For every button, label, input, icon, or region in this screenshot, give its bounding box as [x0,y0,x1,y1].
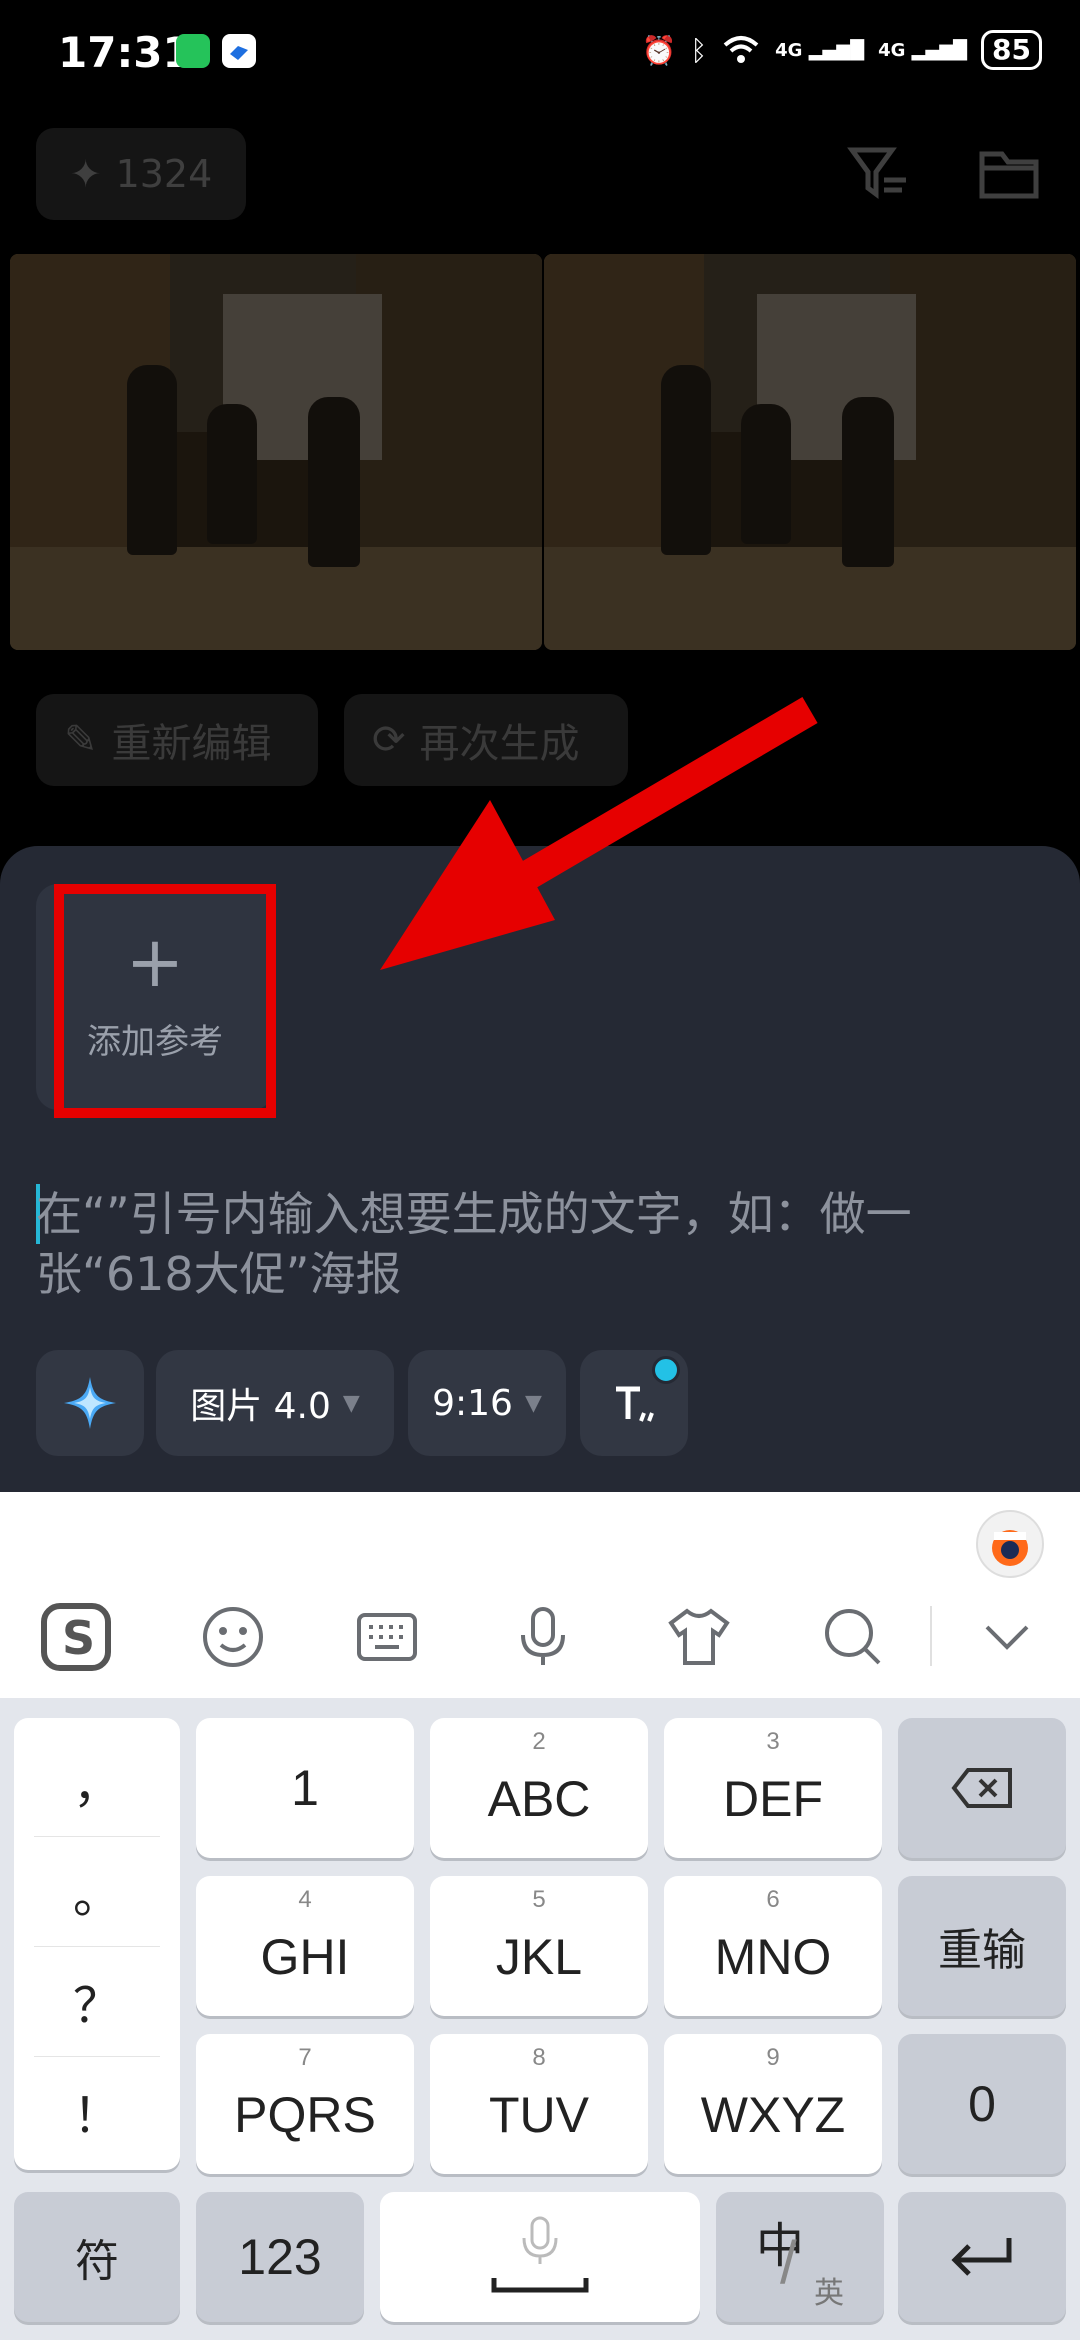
key-mno[interactable]: 6 MNO [664,1876,882,2016]
key-1[interactable]: 1 [196,1718,414,1858]
backspace-icon [951,1768,1012,1808]
app-notification-icon [222,34,256,68]
key-def[interactable]: 3 DEF [664,1718,882,1858]
wechat-icon [176,34,210,68]
language-switch-key[interactable]: 中 / 英 [716,2192,884,2322]
search-icon[interactable] [816,1600,890,1674]
status-bar: 17:31 ⏰ ᛒ 4G ▂▄▆█ 4G ▂▄▆█ 85 [0,0,1080,110]
signal-1-icon: 4G ▂▄▆█ [775,39,865,61]
sparkle-star-icon [64,1377,116,1429]
status-time: 17:31 [58,28,192,77]
key-ghi[interactable]: 4 GHI [196,1876,414,2016]
chevron-down-icon: ▼ [342,1390,360,1416]
re-edit-button[interactable]: ✎ 重新编辑 [36,694,318,786]
punct-question-key[interactable]: ？ [34,1946,160,2057]
svg-text:S: S [62,1611,95,1665]
text-format-icon [616,1386,654,1422]
sparkle-icon: ✦ [69,152,102,196]
lang-sub-label: 英 [814,2277,844,2310]
model-label: 图片 4.0 [190,1386,331,1427]
mascot-icon[interactable] [976,1510,1044,1578]
space-mic-icon [491,2216,589,2293]
key-wxyz[interactable]: 9 WXYZ [664,2034,882,2174]
status-icons: ⏰ ᛒ 4G ▂▄▆█ 4G ▂▄▆█ 85 [641,30,1042,70]
annotation-highlight-box [54,884,276,1118]
filter-icon[interactable] [846,140,912,206]
key-abc[interactable]: 2 ABC [430,1718,648,1858]
edit-icon: ✎ [64,717,98,763]
microphone-icon[interactable] [506,1600,580,1674]
generated-image-2[interactable] [544,254,1076,650]
chevron-down-icon: ▼ [524,1390,542,1416]
notification-dot [652,1356,680,1384]
text-style-button[interactable] [580,1350,688,1456]
credits-count: 1324 [115,152,213,196]
punct-period-key[interactable]: 。 [34,1836,160,1947]
annotation-arrow-icon [380,697,818,970]
symbols-key[interactable]: 符 [14,2192,180,2322]
ratio-select[interactable]: 9:16 ▼ [408,1350,566,1456]
alarm-icon: ⏰ [641,33,677,67]
keyboard-layout-icon[interactable] [350,1600,424,1674]
slash-icon: / [780,2229,797,2296]
credits-badge[interactable]: ✦ 1324 [36,128,246,220]
battery-indicator: 85 [981,30,1042,70]
signal-2-icon: 4G ▂▄▆█ [878,39,968,61]
key-0[interactable]: 0 [898,2034,1066,2174]
generated-image-1[interactable] [10,254,542,650]
magic-enhance-button[interactable] [36,1350,144,1456]
network-2-label: 4G [878,39,906,61]
wifi-icon [723,36,759,63]
model-select[interactable]: 图片 4.0 ▼ [156,1350,394,1456]
punct-exclaim-key[interactable]: ！ [34,2056,160,2166]
key-tuv[interactable]: 8 TUV [430,2034,648,2174]
sogou-logo-icon[interactable]: S [40,1600,114,1674]
key-jkl[interactable]: 5 JKL [430,1876,648,2016]
punct-comma-key[interactable]: ， [34,1726,160,1837]
re-edit-label: 重新编辑 [111,721,272,767]
bluetooth-icon: ᛒ [690,33,708,67]
folder-icon[interactable] [976,140,1042,206]
prompt-input[interactable]: 在“”引号内输入想要生成的文字，如：做一张“618大促”海报 [36,1184,1036,1304]
enter-key[interactable] [898,2192,1066,2322]
backspace-key[interactable] [898,1718,1066,1858]
reinput-key[interactable]: 重输 [898,1876,1066,2016]
toolbar-divider [930,1606,932,1666]
space-key[interactable] [380,2192,700,2322]
skin-tshirt-icon[interactable] [662,1600,736,1674]
enter-icon [951,2238,1012,2276]
ratio-label: 9:16 [432,1382,513,1424]
punctuation-column[interactable]: ， 。 ？ ！ [14,1718,180,2170]
network-1-label: 4G [775,39,803,61]
collapse-keyboard-icon[interactable] [970,1600,1044,1674]
key-pqrs[interactable]: 7 PQRS [196,2034,414,2174]
emoji-icon[interactable] [196,1600,270,1674]
numbers-key[interactable]: 123 [196,2192,364,2322]
